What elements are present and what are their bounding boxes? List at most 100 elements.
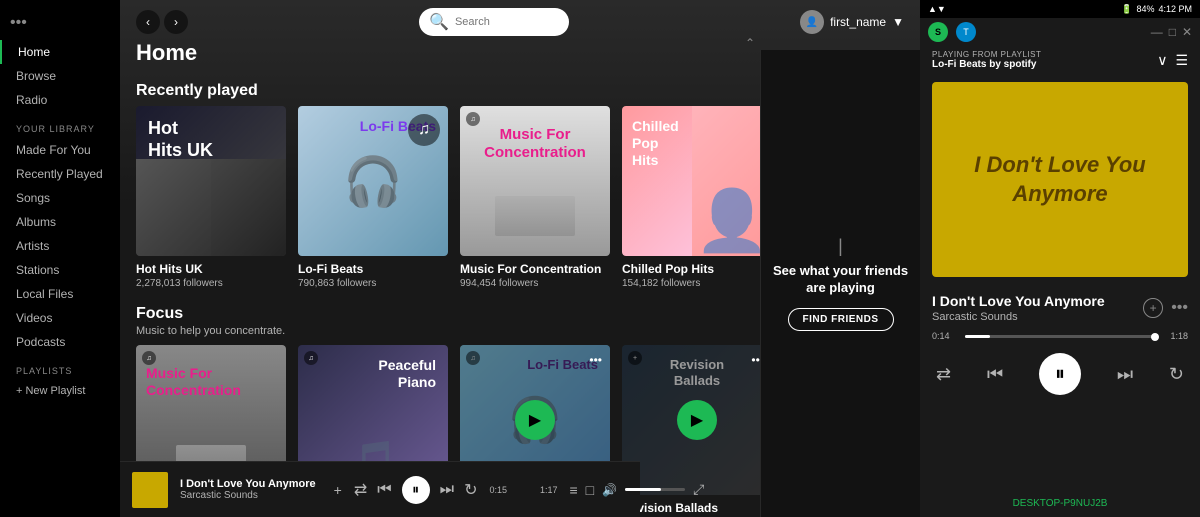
bottom-prev-button[interactable]: ⏮ <box>377 481 391 499</box>
repeat-button[interactable]: ↻ <box>1169 364 1184 385</box>
minimize-button[interactable]: — <box>1151 25 1163 39</box>
nav-back-button[interactable]: ‹ <box>136 10 160 34</box>
user-profile[interactable]: 👤 first_name ▼ <box>800 10 904 34</box>
sidebar-podcasts-label: Podcasts <box>16 335 65 349</box>
lyrics-icon[interactable]: ≡ <box>569 482 577 498</box>
sidebar-item-stations[interactable]: Stations <box>0 258 120 282</box>
bottom-play-pause-button[interactable]: ⏸ <box>402 476 430 504</box>
revision-play-button[interactable]: ▶ <box>677 400 717 440</box>
chilled-title: Chilled Pop Hits <box>622 262 772 276</box>
lofi-beats-image: Lo-Fi Beats 🎧 ♫ <box>298 106 448 256</box>
playing-from-name: Lo-Fi Beats by spotify <box>932 59 1041 70</box>
card-hot-hits-uk[interactable]: HotHits UK Hot Hits UK 2,278,013 followe… <box>136 106 286 289</box>
new-playlist-button[interactable]: + New Playlist <box>0 380 120 402</box>
search-input[interactable] <box>455 16 559 28</box>
album-art-text: I Don't Love You Anymore <box>932 141 1188 218</box>
nav-forward-button[interactable]: › <box>164 10 188 34</box>
sidebar-stations-label: Stations <box>16 263 59 277</box>
status-right: 🔋 84% 4:12 PM <box>1121 4 1192 15</box>
mfc-title: Music For Concentration <box>460 262 610 276</box>
find-friends-button[interactable]: FIND FRIENDS <box>788 308 894 331</box>
mfc-badge: ♫ <box>466 112 480 126</box>
total-time: 1:18 <box>1163 331 1188 341</box>
sidebar-item-podcasts[interactable]: Podcasts <box>0 330 120 354</box>
mfc-image: ♫ Music ForConcentration <box>460 106 610 256</box>
focus-title: Focus <box>136 305 285 325</box>
sidebar-item-videos[interactable]: Videos <box>0 306 120 330</box>
bottom-add-button[interactable]: + <box>334 482 342 498</box>
sidebar-made-for-you-label: Made For You <box>16 143 91 157</box>
fullscreen-icon[interactable]: ⤢ <box>693 481 704 498</box>
next-button[interactable]: ⏭ <box>1117 364 1133 385</box>
playing-from-label: PLAYING FROM PLAYLIST <box>932 50 1041 59</box>
new-playlist-label: + New Playlist <box>16 385 85 397</box>
lofi-beats-subtitle: 790,863 followers <box>298 278 448 289</box>
hot-hits-uk-subtitle: 2,278,013 followers <box>136 278 286 289</box>
maximize-button[interactable]: □ <box>1169 25 1176 39</box>
sidebar: ••• Home Browse Radio YOUR LIBRARY Made … <box>0 0 120 517</box>
scroll-up-icon[interactable]: ⌃ <box>745 36 755 50</box>
bottom-next-button[interactable]: ⏭ <box>440 481 454 499</box>
chevron-down-icon: ▼ <box>892 15 904 29</box>
progress-bar[interactable] <box>965 335 1155 338</box>
more-options-button[interactable]: ••• <box>1171 299 1188 317</box>
playlists-label: PLAYLISTS <box>0 354 120 380</box>
lofi-focus-more-icon[interactable]: ••• <box>589 353 602 367</box>
hot-hits-uk-image: HotHits UK <box>136 106 286 256</box>
hot-hits-uk-title: Hot Hits UK <box>136 262 286 276</box>
playing-from-section: PLAYING FROM PLAYLIST Lo-Fi Beats by spo… <box>920 46 1200 74</box>
sidebar-browse-label: Browse <box>16 69 56 83</box>
mfc-image-text: Music ForConcentration <box>460 126 610 162</box>
avatar: 👤 <box>800 10 824 34</box>
scroll-indicator: | <box>838 236 843 257</box>
bottom-progress: 0:15 1:17 <box>489 485 557 495</box>
bottom-shuffle-button[interactable]: ⇄ <box>354 480 367 500</box>
bottom-repeat-button[interactable]: ↻ <box>464 480 477 500</box>
sidebar-recently-played-label: Recently Played <box>16 167 103 181</box>
your-library-label: YOUR LIBRARY <box>0 112 120 138</box>
now-playing-panel: ▲▼ 🔋 84% 4:12 PM S T — □ ✕ PLAYING FROM … <box>920 0 1200 517</box>
play-pause-button[interactable]: ⏸ <box>1039 353 1081 395</box>
card-lofi-beats[interactable]: Lo-Fi Beats 🎧 ♫ Lo-Fi Beats 790,863 foll… <box>298 106 448 289</box>
card-music-for-concentration[interactable]: ♫ Music ForConcentration Music For Conce… <box>460 106 610 289</box>
sidebar-item-recently-played[interactable]: Recently Played <box>0 162 120 186</box>
sidebar-item-artists[interactable]: Artists <box>0 234 120 258</box>
bottom-total-time: 1:17 <box>529 485 557 495</box>
sidebar-item-browse[interactable]: Browse <box>0 64 120 88</box>
sidebar-dots-menu[interactable]: ••• <box>0 10 120 40</box>
prev-button[interactable]: ⏮ <box>987 364 1003 385</box>
bottom-right-controls: ≡ □ 🔊 ⤢ <box>569 481 704 498</box>
find-friends-title: See what your friends are playing <box>771 263 910 297</box>
search-bar[interactable]: 🔍 <box>419 8 569 36</box>
sidebar-item-songs[interactable]: Songs <box>0 186 120 210</box>
shuffle-button[interactable]: ⇄ <box>936 364 951 385</box>
menu-icon[interactable]: ☰ <box>1175 52 1188 69</box>
sidebar-item-home[interactable]: Home <box>0 40 120 64</box>
volume-icon[interactable]: 🔊 <box>602 483 617 497</box>
close-button[interactable]: ✕ <box>1182 25 1192 39</box>
search-icon: 🔍 <box>429 12 449 32</box>
progress-dot <box>1151 333 1159 341</box>
sidebar-videos-label: Videos <box>16 311 52 325</box>
bottom-track-title: I Don't Love You Anymore <box>180 478 316 490</box>
sidebar-albums-label: Albums <box>16 215 56 229</box>
main-content: ‹ › 🔍 👤 first_name ▼ ⌃ Home <box>120 0 920 517</box>
bottom-album-art <box>132 472 168 508</box>
sidebar-item-local-files[interactable]: Local Files <box>0 282 120 306</box>
chilled-image-text: ChilledPopHits <box>632 118 679 168</box>
bottom-track-artist: Sarcastic Sounds <box>180 490 316 501</box>
sidebar-item-radio[interactable]: Radio <box>0 88 120 112</box>
track-artist: Sarcastic Sounds <box>932 311 1105 323</box>
find-friends-panel: | See what your friends are playing FIND… <box>760 50 920 517</box>
sidebar-item-albums[interactable]: Albums <box>0 210 120 234</box>
device-icon[interactable]: □ <box>586 482 594 498</box>
progress-bar-wrapper: 0:14 1:18 <box>932 331 1188 341</box>
chevron-down-icon[interactable]: ∨ <box>1157 52 1167 69</box>
controls-row: ⇄ ⏮ ⏸ ⏭ ↻ <box>920 345 1200 403</box>
add-to-library-button[interactable]: + <box>1143 298 1163 318</box>
volume-bar[interactable] <box>625 488 685 491</box>
card-chilled-pop-hits[interactable]: ChilledPopHits 👤 Chilled Pop Hits 154,18… <box>622 106 772 289</box>
bottom-track-info: I Don't Love You Anymore Sarcastic Sound… <box>180 478 316 501</box>
lofi-focus-play-button[interactable]: ▶ <box>515 400 555 440</box>
sidebar-item-made-for-you[interactable]: Made For You <box>0 138 120 162</box>
